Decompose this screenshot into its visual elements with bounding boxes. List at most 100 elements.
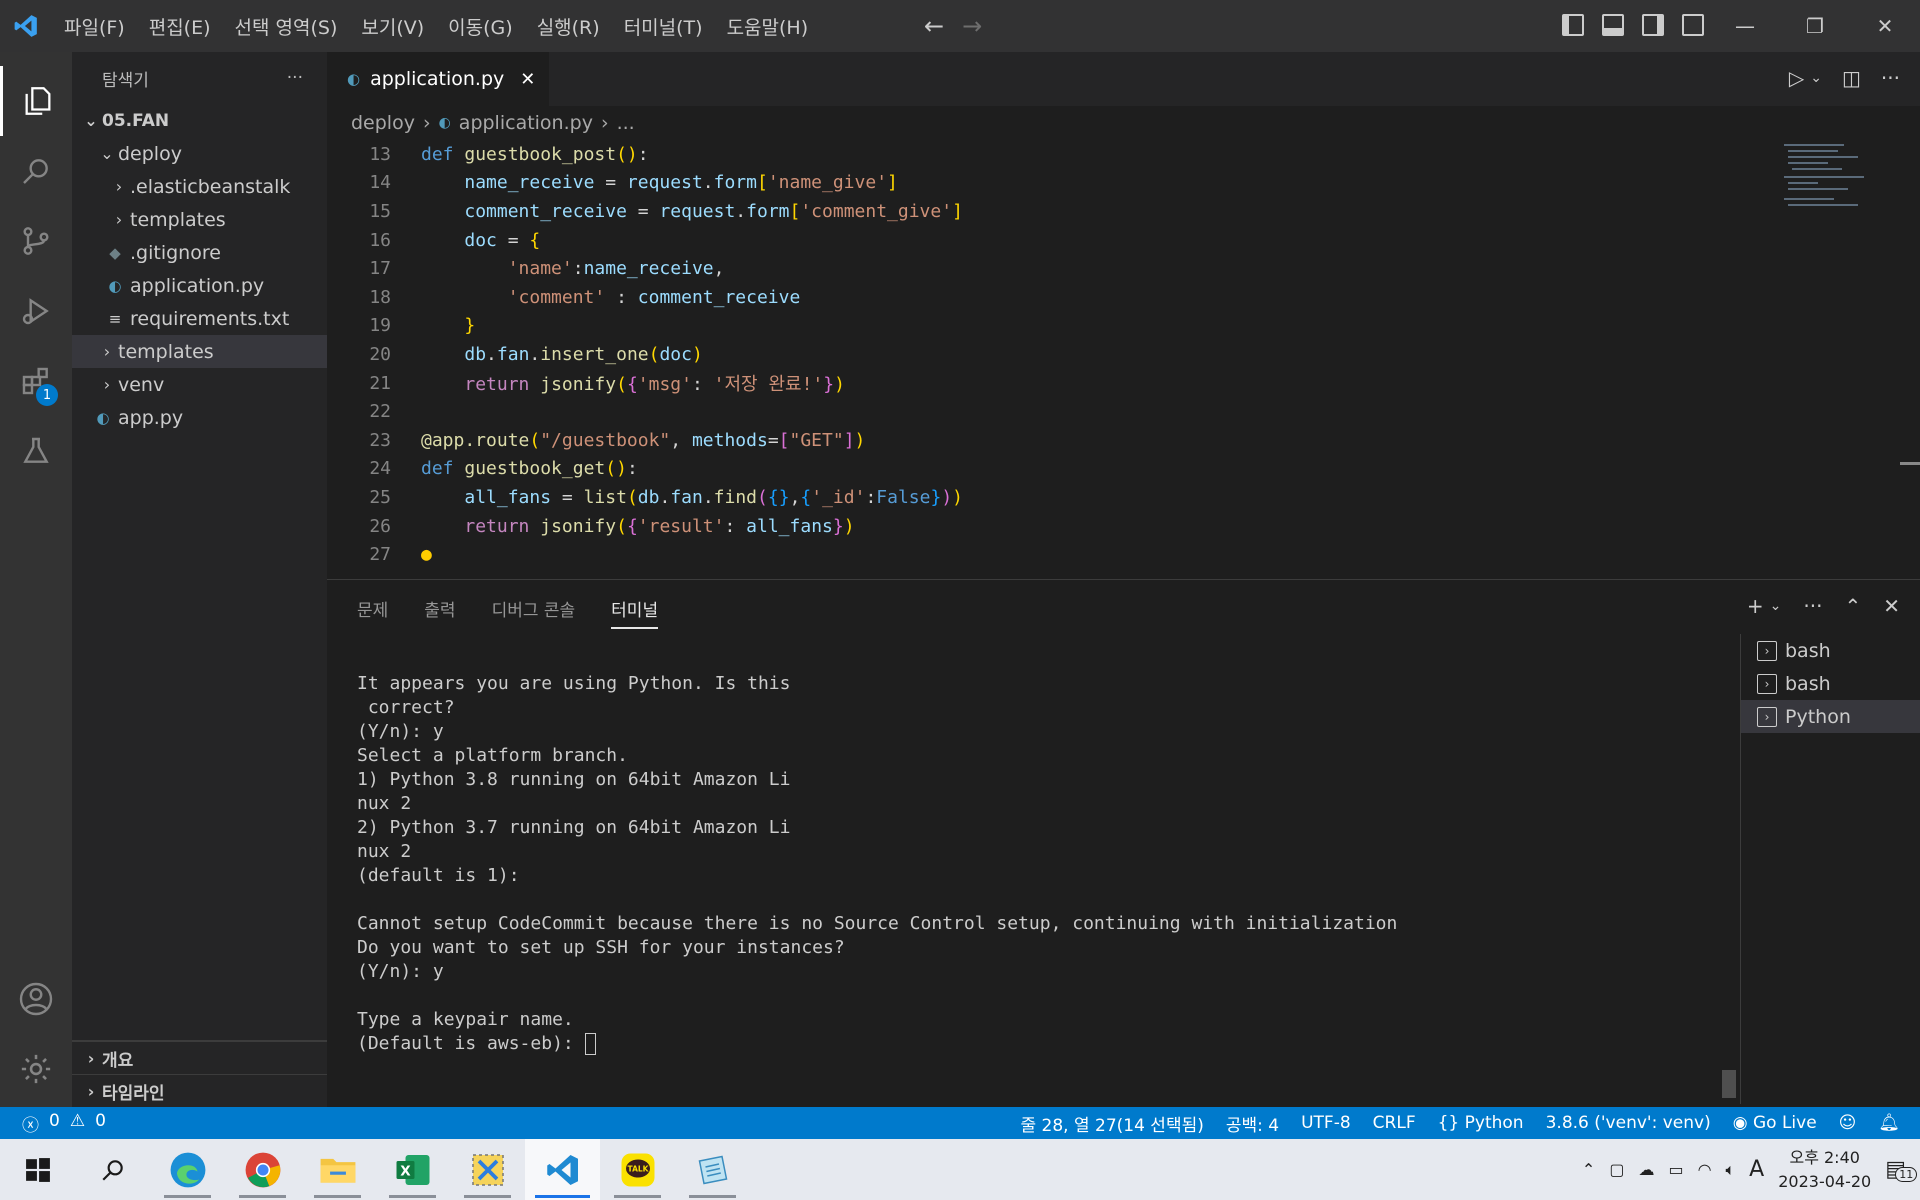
tree-item-label: templates (130, 208, 226, 231)
start-button[interactable] (0, 1139, 75, 1200)
tab-terminal[interactable]: 터미널 (611, 596, 659, 629)
restore-button[interactable]: ❐ (1780, 0, 1850, 52)
run-debug-icon[interactable] (0, 276, 72, 346)
taskbar-search-icon[interactable] (75, 1139, 150, 1200)
notification-center-icon[interactable]: ▤11 (1885, 1157, 1918, 1182)
terminal-item-label: bash (1785, 672, 1831, 695)
wifi-icon[interactable]: ◠ (1698, 1160, 1712, 1179)
workspace-root[interactable]: ⌄ 05.FAN (72, 104, 327, 137)
menu-view[interactable]: 보기(V) (349, 13, 436, 40)
clock-time: 오후 2:40 (1789, 1147, 1860, 1167)
onedrive-cloud-icon[interactable]: ☁ (1638, 1160, 1654, 1179)
terminal-prompt-line[interactable]: (Default is aws-eb): (357, 1032, 1737, 1056)
close-window-button[interactable]: ✕ (1850, 0, 1920, 52)
terminal-output[interactable]: It appears you are using Python. Is this… (357, 672, 1737, 1056)
timeline-section[interactable]: › 타임라인 (72, 1074, 327, 1107)
python-interpreter[interactable]: 3.8.6 ('venv': venv) (1546, 1113, 1711, 1133)
manage-gear-icon[interactable] (0, 1034, 72, 1104)
menu-run[interactable]: 실행(R) (525, 13, 612, 40)
meet-now-icon[interactable]: ▢ (1609, 1160, 1624, 1179)
menu-go[interactable]: 이동(G) (436, 13, 525, 40)
tree-item-app-py[interactable]: ◐ app.py (72, 401, 327, 434)
tab-problems[interactable]: 문제 (357, 596, 388, 621)
back-arrow-icon[interactable]: ← (924, 12, 944, 40)
snipping-tool-icon[interactable] (450, 1139, 525, 1200)
tab-application-py[interactable]: ◐ application.py ✕ (327, 52, 550, 106)
new-terminal-icon[interactable]: + (1747, 594, 1764, 618)
close-tab-icon[interactable]: ✕ (520, 69, 535, 90)
tree-item-templates[interactable]: › templates (72, 335, 327, 368)
terminal-item-python[interactable]: › Python (1741, 700, 1920, 733)
menu-file[interactable]: 파일(F) (52, 13, 137, 40)
lightbulb-icon[interactable]: ● (421, 544, 432, 565)
volume-icon[interactable]: 🔈︎ (1726, 1160, 1736, 1180)
problems-status[interactable]: ⓧ 0 ⚠ 0 (0, 1111, 106, 1136)
encoding-status[interactable]: UTF-8 (1301, 1113, 1351, 1133)
chevron-down-icon[interactable]: ⌄ (1810, 70, 1822, 90)
breadcrumb-item[interactable]: ... (617, 112, 635, 134)
terminal-item-bash-2[interactable]: › bash (1741, 667, 1920, 700)
cursor-position[interactable]: 줄 28, 열 27(14 선택됨) (1020, 1111, 1203, 1136)
more-actions-icon[interactable]: ··· (1803, 594, 1822, 618)
go-live-button[interactable]: ◉ Go Live (1733, 1113, 1817, 1133)
editor-scrollbar[interactable] (1900, 462, 1920, 465)
tab-output[interactable]: 출력 (424, 596, 455, 621)
maximize-panel-icon[interactable]: ⌃ (1844, 594, 1861, 618)
tree-item-venv[interactable]: › venv (72, 368, 327, 401)
tree-item-application-py[interactable]: ◐ application.py (72, 269, 327, 302)
more-actions-icon[interactable]: ··· (287, 68, 303, 88)
forward-arrow-icon[interactable]: → (962, 12, 982, 40)
toggle-sidebar-icon[interactable] (1562, 14, 1584, 36)
customize-layout-icon[interactable] (1682, 14, 1704, 36)
minimize-button[interactable]: — (1710, 0, 1780, 52)
notepad-icon[interactable] (675, 1139, 750, 1200)
bell-icon[interactable]: 🔔︎ (1878, 1113, 1900, 1133)
tree-item-gitignore[interactable]: ◆ .gitignore (72, 236, 327, 269)
menu-terminal[interactable]: 터미널(T) (612, 13, 715, 40)
tree-item-deploy[interactable]: ⌄ deploy (72, 137, 327, 170)
tree-item-elasticbeanstalk[interactable]: › .elasticbeanstalk (72, 170, 327, 203)
toggle-secondary-sidebar-icon[interactable] (1642, 14, 1664, 36)
extensions-icon[interactable]: 1 (0, 346, 72, 416)
vscode-taskbar-icon[interactable] (525, 1139, 600, 1200)
terminal-scrollbar[interactable] (1722, 1070, 1736, 1098)
terminal-icon: › (1757, 640, 1777, 661)
menu-edit[interactable]: 편집(E) (137, 13, 223, 40)
menu-help[interactable]: 도움말(H) (715, 13, 821, 40)
minimap[interactable] (1780, 140, 1900, 220)
chevron-down-icon[interactable]: ⌄ (1770, 598, 1782, 618)
ime-indicator[interactable]: A (1749, 1157, 1764, 1182)
breadcrumb-item[interactable]: application.py (459, 112, 593, 134)
feedback-icon[interactable]: ☺ (1839, 1113, 1857, 1133)
split-editor-icon[interactable]: ◫ (1842, 66, 1861, 90)
testing-icon[interactable] (0, 416, 72, 486)
show-hidden-icons-chevron-icon[interactable]: ⌃ (1582, 1160, 1595, 1179)
language-mode[interactable]: {} Python (1438, 1113, 1524, 1133)
outline-section[interactable]: › 개요 (72, 1041, 327, 1074)
more-actions-icon[interactable]: ··· (1881, 66, 1900, 90)
code-editor[interactable]: 13 def guestbook_post(): 14 name_receive … (327, 140, 1777, 579)
excel-icon[interactable]: X (375, 1139, 450, 1200)
terminal-item-bash-1[interactable]: › bash (1741, 634, 1920, 667)
eol-status[interactable]: CRLF (1373, 1113, 1416, 1133)
source-control-icon[interactable] (0, 206, 72, 276)
battery-icon[interactable]: ▭ (1668, 1160, 1683, 1179)
toggle-panel-icon[interactable] (1602, 14, 1624, 36)
explorer-icon[interactable] (0, 66, 72, 136)
kakaotalk-icon[interactable]: TALK (600, 1139, 675, 1200)
tree-item-requirements[interactable]: ≡ requirements.txt (72, 302, 327, 335)
indentation-status[interactable]: 공백: 4 (1226, 1111, 1279, 1136)
tree-item-deploy-templates[interactable]: › templates (72, 203, 327, 236)
accounts-icon[interactable] (0, 964, 72, 1034)
chrome-icon[interactable] (225, 1139, 300, 1200)
menu-selection[interactable]: 선택 영역(S) (223, 13, 350, 40)
file-explorer-icon[interactable] (300, 1139, 375, 1200)
edge-icon[interactable] (150, 1139, 225, 1200)
clock[interactable]: 오후 2:40 2023-04-20 (1778, 1146, 1871, 1194)
breadcrumb-item[interactable]: deploy (351, 112, 415, 134)
tab-debug-console[interactable]: 디버그 콘솔 (492, 596, 576, 621)
run-python-icon[interactable]: ▷ (1789, 66, 1804, 90)
close-panel-icon[interactable]: ✕ (1883, 594, 1900, 618)
search-icon[interactable] (0, 136, 72, 206)
